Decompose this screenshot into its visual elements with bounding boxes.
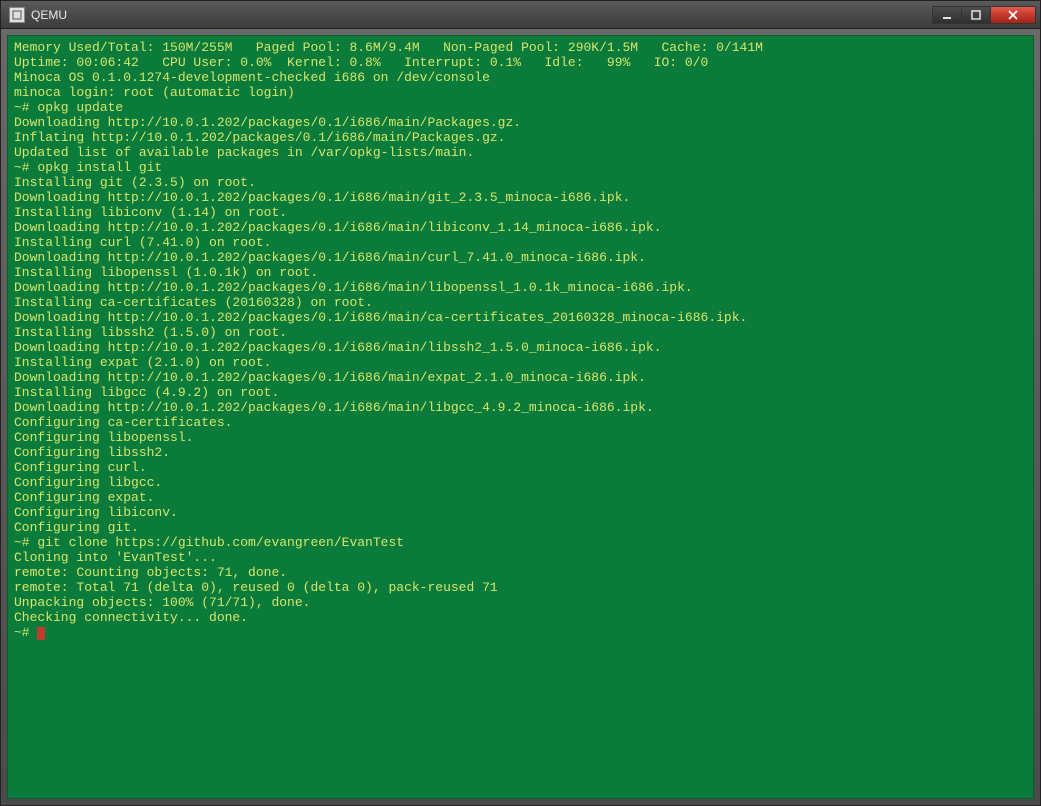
window-frame: QEMU Memory Used/Total: 150M/255M Paged … [0,0,1041,806]
terminal-line: Installing libgcc (4.9.2) on root. [14,385,1027,400]
client-area: Memory Used/Total: 150M/255M Paged Pool:… [1,29,1040,805]
terminal-line: Downloading http://10.0.1.202/packages/0… [14,220,1027,235]
terminal-viewport[interactable]: Memory Used/Total: 150M/255M Paged Pool:… [7,35,1034,799]
terminal-line: Configuring libopenssl. [14,430,1027,445]
terminal-line: Minoca OS 0.1.0.1274-development-checked… [14,70,1027,85]
terminal-line: Cloning into 'EvanTest'... [14,550,1027,565]
terminal-line: Downloading http://10.0.1.202/packages/0… [14,250,1027,265]
terminal-line: remote: Total 71 (delta 0), reused 0 (de… [14,580,1027,595]
terminal-line: Downloading http://10.0.1.202/packages/0… [14,190,1027,205]
terminal-line: Installing libssh2 (1.5.0) on root. [14,325,1027,340]
terminal-line: remote: Counting objects: 71, done. [14,565,1027,580]
terminal-line: Uptime: 00:06:42 CPU User: 0.0% Kernel: … [14,55,1027,70]
terminal-line: Downloading http://10.0.1.202/packages/0… [14,280,1027,295]
terminal-line: Installing libiconv (1.14) on root. [14,205,1027,220]
maximize-button[interactable] [961,6,991,24]
window-controls [933,6,1036,24]
terminal-line: Checking connectivity... done. [14,610,1027,625]
terminal-line: Unpacking objects: 100% (71/71), done. [14,595,1027,610]
terminal-line: Configuring ca-certificates. [14,415,1027,430]
terminal-line: Configuring git. [14,520,1027,535]
terminal-line: ~# git clone https://github.com/evangree… [14,535,1027,550]
terminal-line: Configuring libssh2. [14,445,1027,460]
terminal-line: ~# [14,625,1027,640]
terminal-line: Inflating http://10.0.1.202/packages/0.1… [14,130,1027,145]
close-button[interactable] [990,6,1036,24]
terminal-line: Downloading http://10.0.1.202/packages/0… [14,370,1027,385]
close-icon [1007,10,1019,20]
minimize-icon [942,10,952,20]
terminal-line: ~# opkg update [14,100,1027,115]
terminal-line: Installing curl (7.41.0) on root. [14,235,1027,250]
terminal-line: Memory Used/Total: 150M/255M Paged Pool:… [14,40,1027,55]
minimize-button[interactable] [932,6,962,24]
terminal-line: Installing expat (2.1.0) on root. [14,355,1027,370]
terminal-line: Downloading http://10.0.1.202/packages/0… [14,340,1027,355]
terminal-line: minoca login: root (automatic login) [14,85,1027,100]
terminal-line: Downloading http://10.0.1.202/packages/0… [14,115,1027,130]
terminal-line: Installing libopenssl (1.0.1k) on root. [14,265,1027,280]
terminal-line: Configuring curl. [14,460,1027,475]
terminal-line: Installing git (2.3.5) on root. [14,175,1027,190]
terminal-line: Configuring libgcc. [14,475,1027,490]
window-title: QEMU [31,8,933,22]
maximize-icon [971,10,981,20]
terminal-line: Configuring expat. [14,490,1027,505]
app-icon [9,7,25,23]
terminal-line: Downloading http://10.0.1.202/packages/0… [14,400,1027,415]
titlebar[interactable]: QEMU [1,1,1040,29]
terminal-line: Updated list of available packages in /v… [14,145,1027,160]
terminal-line: Installing ca-certificates (20160328) on… [14,295,1027,310]
cursor [37,627,45,640]
terminal-line: Configuring libiconv. [14,505,1027,520]
terminal-line: ~# opkg install git [14,160,1027,175]
terminal-line: Downloading http://10.0.1.202/packages/0… [14,310,1027,325]
